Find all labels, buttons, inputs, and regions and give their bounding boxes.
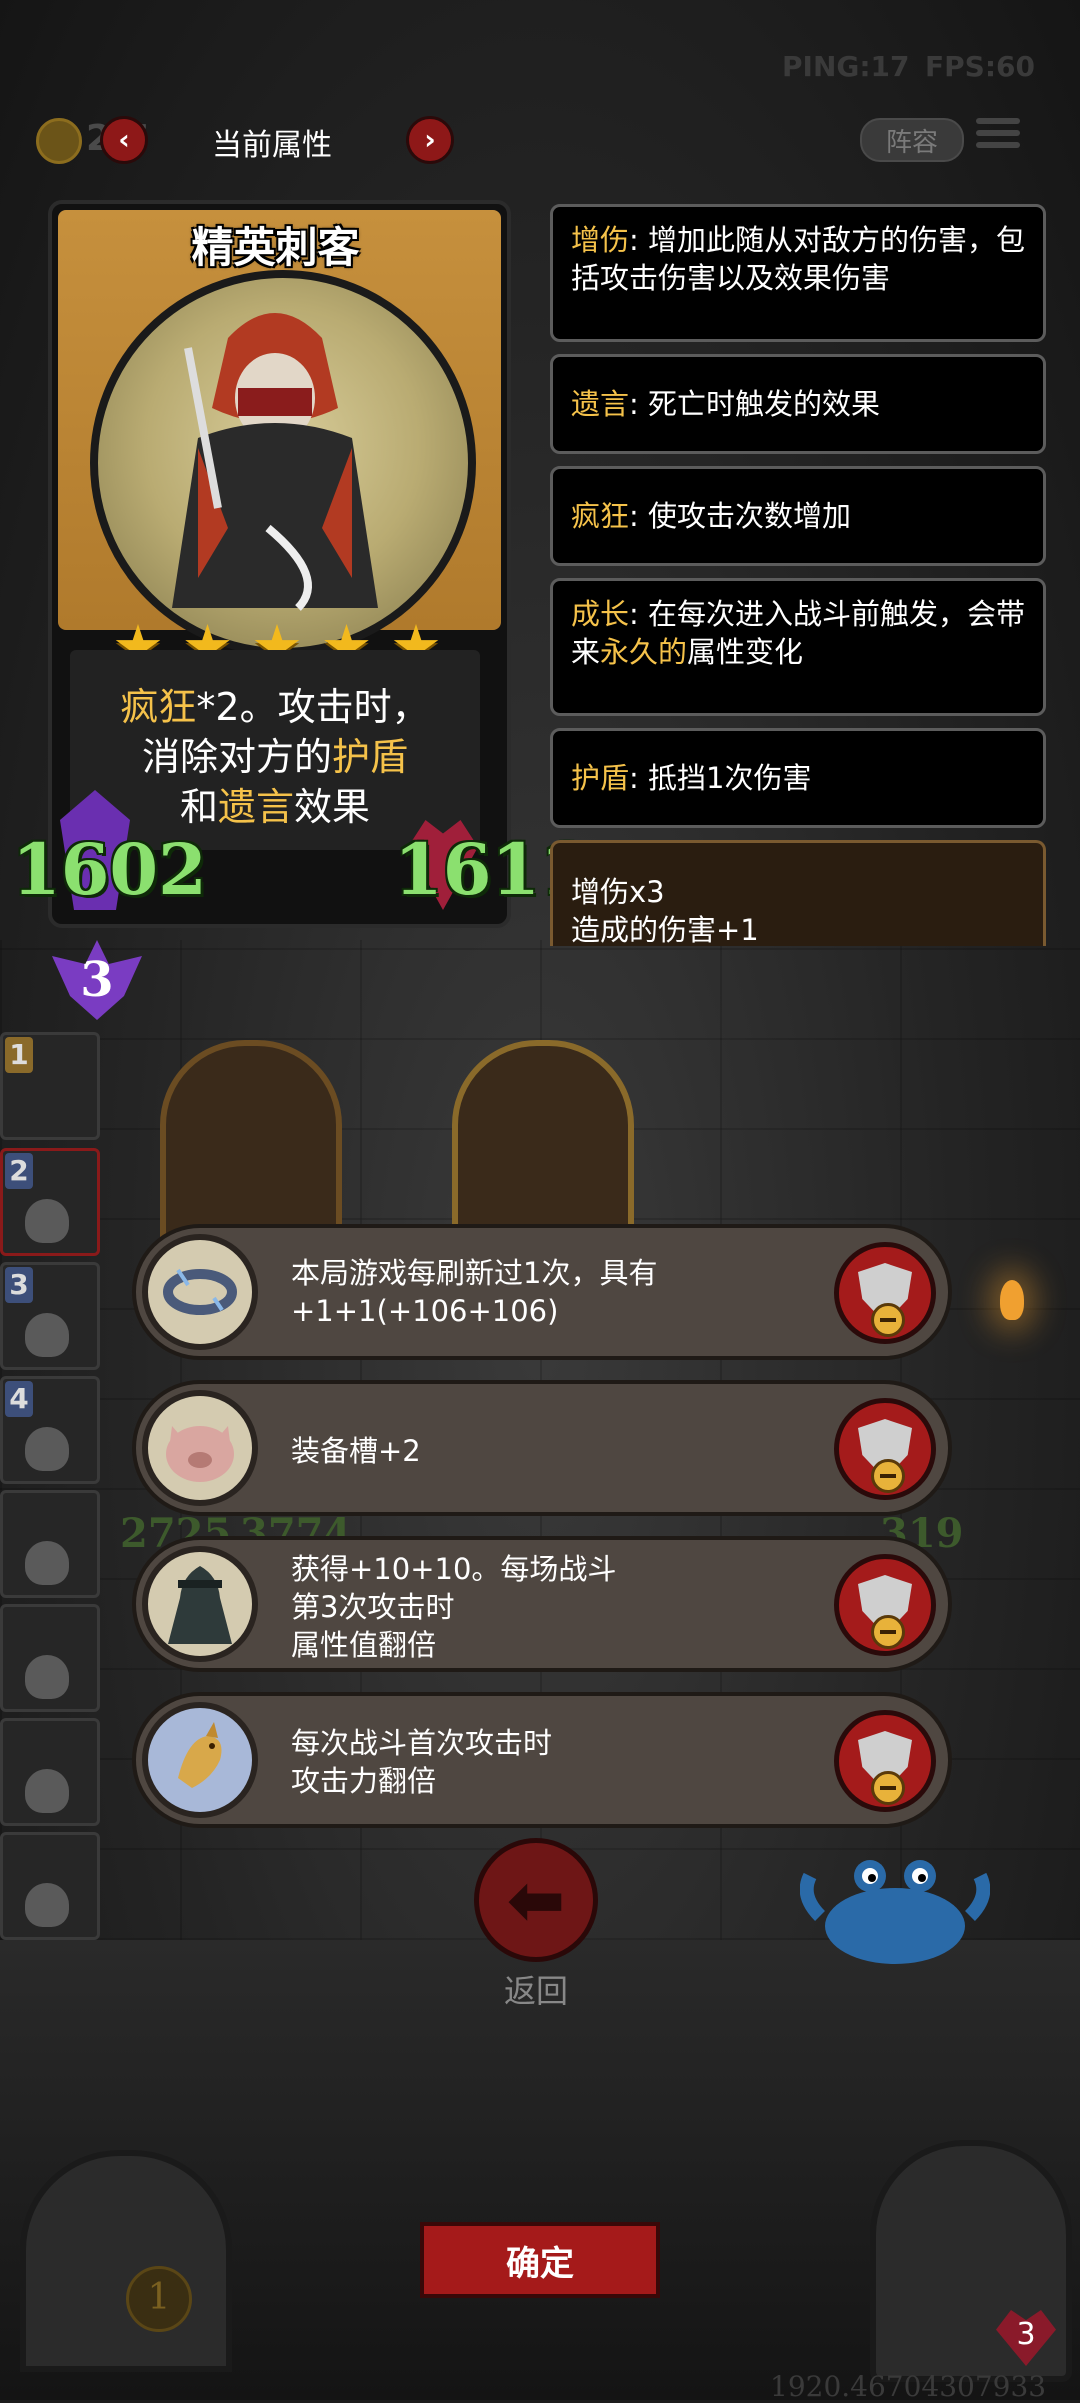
roster-slot[interactable]: 3 [0,1262,100,1370]
minus-icon [871,1459,905,1493]
ring-icon [142,1234,258,1350]
door-icon[interactable]: 1 [20,2150,232,2372]
minus-icon [871,1615,905,1649]
roster-slot[interactable] [0,1718,100,1826]
buff-text-line: 第3次攻击时 [291,1590,455,1624]
skull-icon [25,1427,69,1471]
remove-buff-button[interactable] [834,1242,936,1344]
buff-text-line: +1+1(+106+106) [291,1294,559,1328]
crab-mascot-icon [799,1846,991,1966]
buff-text-line: 本局游戏每刷新过1次，具有 [291,1256,658,1290]
back-label: 返回 [503,1972,568,2010]
active-effect-title: 增伤x3 [571,875,665,909]
skull-icon [25,1313,69,1357]
cloaked-figure-icon [142,1546,258,1662]
active-effect-panel: 增伤x3 造成的伤害+1 [550,840,1046,946]
remove-buff-button[interactable] [834,1554,936,1656]
desc-line-2: 消除对方的护盾 [141,735,409,779]
chevron-left-icon: ‹ [118,123,130,156]
roster-slot[interactable] [0,1490,100,1598]
desc-line-1: 疯狂*2。攻击时， [120,685,430,729]
hero-name: 精英刺客 [191,223,360,272]
buff-row: 每次战斗首次攻击时 攻击力翻倍 [132,1692,952,1828]
fps-readout: FPS:60 [925,50,1035,83]
page-title: 当前属性 [212,128,332,163]
skull-icon [25,1199,69,1243]
hero-avatar-frame[interactable]: 3 [870,2140,1072,2382]
minus-icon [871,1771,905,1805]
hero-description: 疯狂*2。攻击时， 消除对方的护盾 和遗言效果 [70,650,480,850]
arrow-left-icon: ⬅ [506,1859,566,1941]
buff-row: 获得+10+10。每场战斗 第3次攻击时 属性值翻倍 [132,1536,952,1672]
roster-slot[interactable]: 2 [0,1148,100,1256]
coordinate-readout: 1920.46704307933 [770,2370,1047,2403]
remove-buff-button[interactable] [834,1398,936,1500]
dragon-icon [142,1702,258,1818]
roster-slot[interactable] [0,1604,100,1712]
next-page-button[interactable]: › [406,116,454,164]
assassin-figure-icon [172,313,378,611]
door-count-badge: 1 [126,2266,192,2332]
pig-mask-icon [142,1390,258,1506]
active-effect-desc: 造成的伤害+1 [571,913,759,946]
keyword-damage-boost: 增伤: 增加此随从对敌方的伤害，包括攻击伤害以及效果伤害 [550,204,1046,342]
ping-readout: PING:17 [782,50,910,83]
buff-row: 装备槽+2 [132,1380,952,1516]
roster-slot[interactable]: 4 [0,1376,100,1484]
prev-page-button[interactable]: ‹ [100,116,148,164]
attack-stat: 1602 [12,828,207,911]
buff-text-line: 每次战斗首次攻击时 [291,1726,553,1760]
buff-text-line: 装备槽+2 [291,1434,421,1468]
hero-count-badge: 3 [996,2310,1056,2366]
skull-icon [25,1883,69,1927]
buff-text-line: 攻击力翻倍 [291,1764,437,1798]
keyword-frenzy: 疯狂: 使攻击次数增加 [550,466,1046,566]
roster-slot[interactable] [0,1832,100,1940]
keyword-deathrattle: 遗言: 死亡时触发的效果 [550,354,1046,454]
remove-buff-button[interactable] [834,1710,936,1812]
coin-icon [36,118,82,164]
keyword-growth: 成长: 在每次进入战斗前触发，会带来永久的属性变化 [550,578,1046,716]
confirm-button[interactable]: 确定 [420,2222,660,2298]
skull-icon [25,1541,69,1585]
unit-portrait [452,1040,634,1252]
desc-line-3: 和遗言效果 [179,785,371,829]
buff-row: 本局游戏每刷新过1次，具有 +1+1(+106+106) [132,1224,952,1360]
chevron-right-icon: › [424,123,436,156]
keyword-shield: 护盾: 抵挡1次伤害 [550,728,1046,828]
skull-icon [25,1769,69,1813]
unit-portrait [160,1040,342,1252]
buff-text-line: 属性值翻倍 [291,1628,437,1662]
buff-text-line: 获得+10+10。每场战斗 [291,1552,617,1586]
torch-flame-icon [1000,1280,1024,1320]
hero-portrait [90,270,476,656]
roster-slot[interactable]: 1 [0,1032,100,1140]
skull-icon [25,1655,69,1699]
minus-icon [871,1303,905,1337]
lineup-button[interactable]: 阵容 [860,118,964,162]
menu-icon[interactable] [976,112,1020,154]
back-button[interactable]: ⬅ [474,1838,598,1962]
